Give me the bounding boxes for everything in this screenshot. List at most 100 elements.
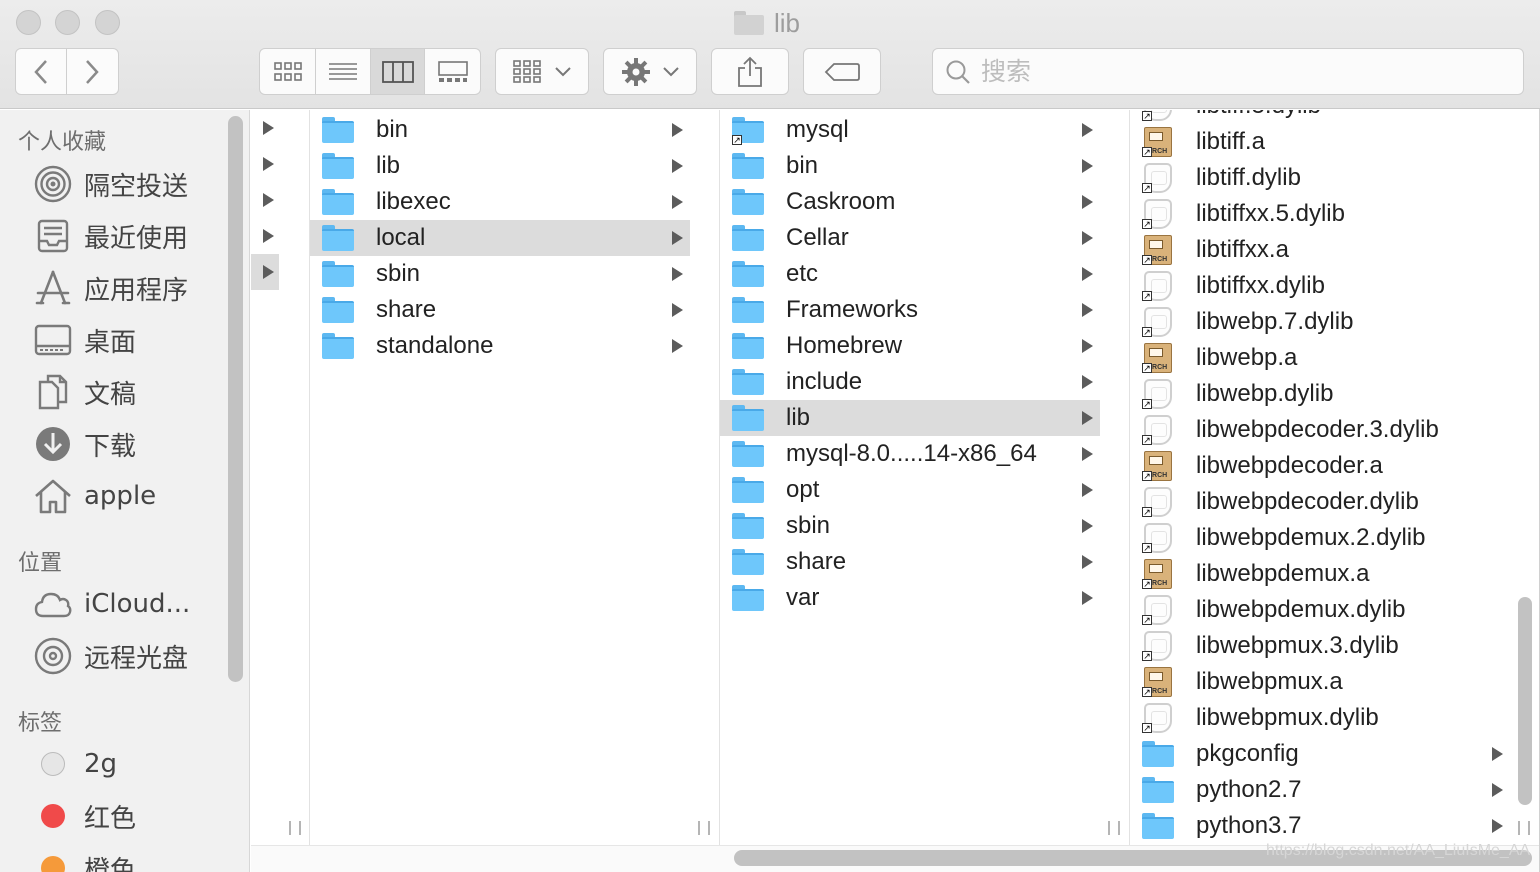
list-item[interactable]: ↗ libtiff.dylib — [1130, 160, 1509, 196]
forward-button[interactable] — [67, 49, 118, 94]
list-item[interactable]: ↗ libtiffxx.dylib — [1130, 268, 1509, 304]
search-field[interactable] — [932, 48, 1524, 95]
list-view-button[interactable] — [316, 49, 371, 94]
disclosure-arrow-icon — [1082, 231, 1093, 245]
sidebar-item-home[interactable]: apple — [34, 474, 156, 518]
list-item[interactable]: ↗ libwebpmux.dylib — [1130, 700, 1509, 736]
list-item[interactable]: ↗ libwebp.dylib — [1130, 376, 1509, 412]
list-item[interactable]: Cellar — [720, 220, 1100, 256]
list-item[interactable] — [251, 182, 309, 218]
sidebar-item-downloads[interactable]: 下载 — [34, 422, 136, 466]
list-item[interactable]: ↗ libwebpdecoder.dylib — [1130, 484, 1509, 520]
chevron-right-icon — [86, 59, 99, 84]
share-button[interactable] — [711, 48, 789, 95]
sidebar-item-label: 橙色 — [84, 855, 137, 872]
list-item[interactable]: ↗ libtiff.5.dylib — [1130, 110, 1509, 124]
list-item[interactable]: share — [720, 544, 1100, 580]
disclosure-arrow-icon — [1082, 447, 1093, 461]
list-item[interactable]: ↗ mysql — [720, 112, 1100, 148]
list-item[interactable]: Homebrew — [720, 328, 1100, 364]
disclosure-arrow-icon — [1492, 819, 1503, 833]
zoom-button[interactable] — [95, 10, 120, 35]
column-resize-handle[interactable] — [1108, 821, 1120, 835]
sidebar-item-remote-disc[interactable]: 远程光盘 — [34, 634, 188, 678]
disclosure-arrow-icon — [672, 159, 683, 173]
sidebar-item-documents[interactable]: 文稿 — [34, 370, 136, 414]
column-resize-handle[interactable] — [1518, 821, 1530, 835]
list-item[interactable]: mysql-8.0.....14-x86_64 — [720, 436, 1100, 472]
sidebar-item-desktop[interactable]: 桌面 — [34, 318, 136, 362]
list-item[interactable]: pkgconfig — [1130, 736, 1509, 772]
list-item[interactable]: sbin — [720, 508, 1100, 544]
list-item[interactable]: opt — [720, 472, 1100, 508]
list-item[interactable]: bin — [720, 148, 1100, 184]
list-item[interactable]: python3.7 — [1130, 808, 1509, 844]
list-item[interactable]: ↗ libwebpmux.a — [1130, 664, 1509, 700]
disclosure-arrow-icon — [1082, 123, 1093, 137]
list-item[interactable]: ↗ libwebp.a — [1130, 340, 1509, 376]
list-item[interactable]: share — [310, 292, 690, 328]
group-by-button[interactable] — [495, 48, 589, 95]
list-item[interactable]: standalone — [310, 328, 690, 364]
list-item[interactable]: Caskroom — [720, 184, 1100, 220]
list-item[interactable]: Frameworks — [720, 292, 1100, 328]
item-name: Homebrew — [786, 332, 903, 359]
list-item-selected[interactable]: local — [310, 220, 690, 256]
list-item[interactable]: var — [720, 580, 1100, 616]
folder-icon — [732, 367, 766, 397]
list-item[interactable] — [251, 218, 309, 254]
list-item[interactable] — [251, 110, 309, 146]
minimize-button[interactable] — [55, 10, 80, 35]
search-input[interactable] — [981, 57, 1481, 86]
list-item[interactable]: libexec — [310, 184, 690, 220]
sidebar-item-applications[interactable]: 应用程序 — [34, 266, 188, 310]
sidebar-item-tag-orange[interactable]: 橙色 — [34, 846, 136, 872]
list-item[interactable]: ↗ libwebpdemux.a — [1130, 556, 1509, 592]
list-item[interactable]: lib — [310, 148, 690, 184]
list-item[interactable]: ↗ libwebpdemux.dylib — [1130, 592, 1509, 628]
list-item[interactable]: etc — [720, 256, 1100, 292]
sidebar-item-tag-red[interactable]: 红色 — [34, 794, 136, 838]
sidebar-item-label: 桌面 — [84, 327, 137, 358]
list-item[interactable]: ↗ libwebpdemux.2.dylib — [1130, 520, 1509, 556]
list-item-selected[interactable]: lib — [720, 400, 1100, 436]
list-item[interactable]: include — [720, 364, 1100, 400]
list-item[interactable]: ↗ libtiffxx.5.dylib — [1130, 196, 1509, 232]
gallery-view-button[interactable] — [425, 49, 480, 94]
action-button[interactable] — [603, 48, 697, 95]
sidebar-item-icloud[interactable]: iCloud... — [34, 582, 190, 626]
back-button[interactable] — [16, 49, 67, 94]
list-item[interactable]: ↗ libtiff.a — [1130, 124, 1509, 160]
item-name: Caskroom — [786, 188, 896, 215]
folder-icon — [732, 295, 766, 325]
list-view-icon — [329, 62, 358, 80]
close-button[interactable] — [16, 10, 41, 35]
list-item[interactable]: sbin — [310, 256, 690, 292]
icon-view-button[interactable] — [260, 49, 317, 94]
vertical-scrollbar[interactable] — [1518, 597, 1532, 805]
column-resize-handle[interactable] — [289, 821, 301, 835]
list-item[interactable]: python2.7 — [1130, 772, 1509, 808]
sidebar-item-airdrop[interactable]: 隔空投送 — [34, 162, 188, 206]
sidebar-item-recents[interactable]: 最近使用 — [34, 214, 188, 258]
sidebar-scrollbar[interactable] — [228, 116, 243, 682]
sidebar-item-tag-2g[interactable]: 2g — [34, 742, 117, 786]
list-item[interactable]: ↗ libwebpdecoder.a — [1130, 448, 1509, 484]
column-view-button[interactable] — [370, 49, 426, 94]
list-item[interactable] — [251, 146, 309, 182]
dylib-file-icon: ↗ — [1142, 379, 1176, 409]
folder-icon — [322, 115, 356, 145]
list-item[interactable]: ↗ libwebpmux.3.dylib — [1130, 628, 1509, 664]
chevron-down-icon — [555, 66, 571, 76]
edit-tags-button[interactable] — [803, 48, 881, 95]
applications-icon — [34, 269, 72, 307]
list-item[interactable]: ↗ libtiffxx.a — [1130, 232, 1509, 268]
list-item[interactable]: bin — [310, 112, 690, 148]
list-item-selected[interactable] — [251, 254, 279, 290]
sidebar-item-label: iCloud... — [84, 589, 191, 619]
list-item[interactable]: ↗ libwebpdecoder.3.dylib — [1130, 412, 1509, 448]
disclosure-arrow-icon — [1492, 783, 1503, 797]
sidebar-item-label: 下载 — [84, 431, 137, 462]
column-resize-handle[interactable] — [698, 821, 710, 835]
list-item[interactable]: ↗ libwebp.7.dylib — [1130, 304, 1509, 340]
